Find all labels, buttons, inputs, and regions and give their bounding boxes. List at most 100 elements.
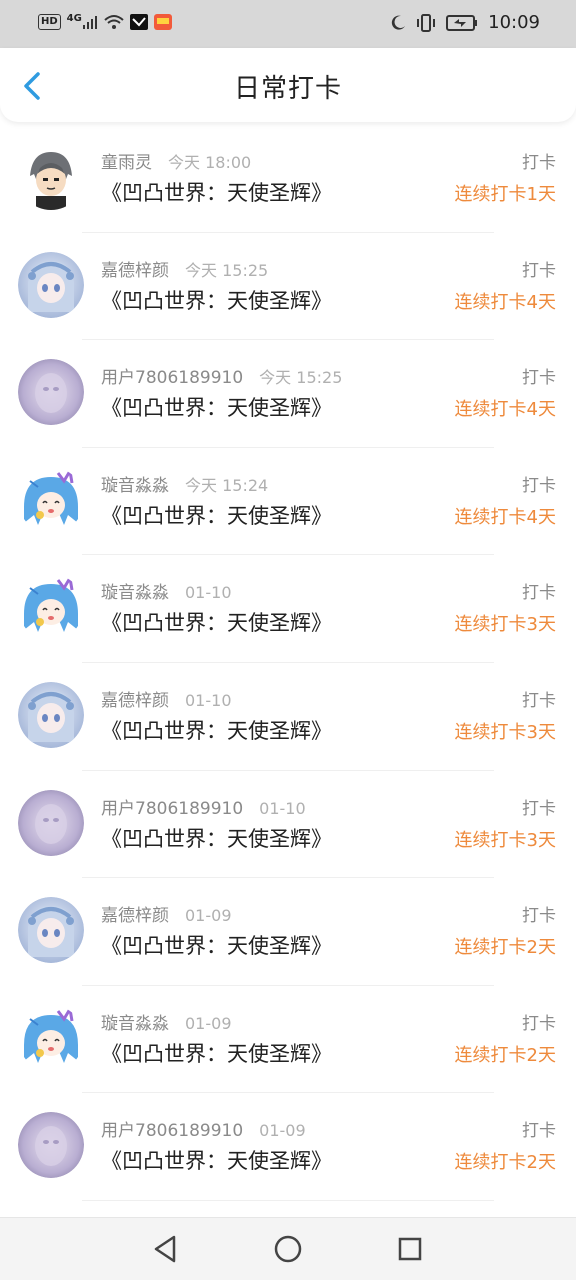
clock: 10:09 [488,12,540,33]
vibrate-icon [417,13,436,32]
user-name-line: 嘉德梓颜 01-10 [101,686,232,711]
user-name[interactable]: 用户7806189910 [101,368,243,388]
streak-label: 连续打卡2天 [454,1044,556,1066]
book-title[interactable]: 《凹凸世界：天使圣辉》 [101,285,332,315]
streak-label: 连续打卡4天 [454,399,556,421]
triangle-back-icon [154,1235,176,1263]
avatar[interactable] [18,897,84,964]
user-name[interactable]: 嘉德梓颜 [101,261,169,281]
checkin-action-label: 打卡 [522,1013,556,1034]
nav-home-button[interactable] [271,1232,305,1266]
moon-icon [391,15,406,30]
user-name-line: 璇音淼淼 01-09 [101,1009,232,1034]
checkin-action-label: 打卡 [522,1121,556,1142]
book-title[interactable]: 《凹凸世界：天使圣辉》 [101,500,332,530]
streak-label: 连续打卡3天 [454,721,556,743]
battery-icon [446,14,478,31]
checkin-row[interactable]: 用户7806189910 今天 15:25 《凹凸世界：天使圣辉》 打卡连续打卡4天 [0,340,576,448]
book-title[interactable]: 《凹凸世界：天使圣辉》 [101,392,332,422]
book-title[interactable]: 《凹凸世界：天使圣辉》 [101,930,332,960]
avatar[interactable] [18,574,84,641]
nav-recents-button[interactable] [393,1232,427,1266]
book-title[interactable]: 《凹凸世界：天使圣辉》 [101,1145,332,1175]
checkin-time: 今天 15:24 [185,475,269,495]
status-right: 10:09 [390,12,540,33]
streak-label: 连续打卡2天 [454,1152,556,1174]
row-divider [82,1199,494,1201]
checkin-row[interactable]: 嘉德梓颜 今天 15:25 《凹凸世界：天使圣辉》 打卡连续打卡4天 [0,233,576,341]
network-type: 4G [66,12,82,24]
signal-icon [82,16,97,29]
avatar[interactable] [18,251,84,318]
app-notification-icon [129,14,148,30]
checkin-time: 今天 18:00 [168,153,252,172]
checkin-row[interactable]: 用户7806189910 01-10 《凹凸世界：天使圣辉》 打卡连续打卡3天 [0,771,576,879]
user-name[interactable]: 童雨灵 [101,153,152,173]
checkin-row[interactable]: 璇音淼淼 今天 15:24 《凹凸世界：天使圣辉》 打卡连续打卡4天 [0,448,576,556]
checkin-row[interactable]: 嘉德梓颜 01-09 《凹凸世界：天使圣辉》 打卡连续打卡2天 [0,878,576,986]
status-bar: HD 4G 10:09 [0,0,576,48]
hd-badge: HD [38,14,61,30]
checkin-time: 今天 15:25 [185,260,269,280]
user-name[interactable]: 璇音淼淼 [101,583,169,603]
wifi-icon [104,15,124,29]
user-name-line: 用户7806189910 01-09 [101,1116,306,1141]
circle-home-icon [274,1235,302,1263]
checkin-row[interactable]: 璇音淼淼 01-10 《凹凸世界：天使圣辉》 打卡 连续打卡3天 [0,555,576,663]
nav-back-button[interactable] [148,1232,182,1266]
checkin-list: 童雨灵 今天 18:00 《凹凸世界：天使圣辉》 打卡 连续打卡1天 嘉德梓颜 今天 15:… [0,125,576,1201]
checkin-row[interactable]: 用户7806189910 01-09 《凹凸世界：天使圣辉》 打卡连续打卡2天 [0,1093,576,1201]
book-title[interactable]: 《凹凸世界：天使圣辉》 [101,177,332,207]
streak-label: 连续打卡4天 [454,506,556,528]
book-title[interactable]: 《凹凸世界：天使圣辉》 [101,823,332,853]
book-title[interactable]: 《凹凸世界：天使圣辉》 [101,607,332,637]
streak-label: 连续打卡1天 [454,184,556,205]
checkin-action-label: 打卡 [522,368,556,389]
user-name-line: 璇音淼淼 今天 15:24 [101,471,268,496]
avatar[interactable] [18,1112,84,1179]
avatar[interactable] [18,359,84,426]
checkin-time: 01-10 [185,690,232,710]
streak-label: 连续打卡2天 [454,937,556,959]
checkin-row[interactable]: 璇音淼淼 01-09 《凹凸世界：天使圣辉》 打卡连续打卡2天 [0,986,576,1094]
avatar[interactable] [18,144,84,210]
streak-label: 连续打卡4天 [454,291,556,313]
avatar[interactable] [18,1004,84,1071]
user-name[interactable]: 嘉德梓颜 [101,691,169,711]
user-name[interactable]: 璇音淼淼 [101,476,169,496]
book-title[interactable]: 《凹凸世界：天使圣辉》 [101,715,332,745]
checkin-action-label: 打卡 [522,153,556,173]
page-title: 日常打卡 [233,74,342,104]
user-name-line: 嘉德梓颜 01-09 [101,901,232,926]
user-name-line: 童雨灵 今天 18:00 [101,148,251,173]
checkin-action-label: 打卡 [522,906,556,927]
user-name[interactable]: 用户7806189910 [101,799,243,819]
checkin-time: 01-09 [185,1013,232,1033]
user-name[interactable]: 嘉德梓颜 [101,906,169,926]
avatar[interactable] [18,681,84,748]
user-name-line: 璇音淼淼 01-10 [101,578,232,603]
streak-label: 连续打卡3天 [454,829,556,851]
checkin-action-label: 打卡 [522,475,556,496]
checkin-time: 01-09 [185,906,232,926]
status-left: HD 4G [38,12,172,30]
checkin-action-label: 打卡 [522,798,556,819]
user-name-line: 用户7806189910 今天 15:25 [101,363,342,388]
checkin-action-label: 打卡 [522,260,556,281]
streak-label: 连续打卡3天 [454,614,556,636]
checkin-row[interactable]: 童雨灵 今天 18:00 《凹凸世界：天使圣辉》 打卡连续打卡1天 [0,125,576,233]
system-navigation-bar [0,1217,576,1280]
avatar[interactable] [18,789,84,856]
checkin-time: 01-10 [185,583,232,603]
user-name-line: 用户7806189910 01-10 [101,794,306,819]
checkin-time: 01-10 [259,798,306,818]
avatar[interactable] [18,466,84,533]
checkin-time: 01-09 [259,1121,306,1141]
user-name[interactable]: 用户7806189910 [101,1121,243,1141]
user-name-line: 嘉德梓颜 今天 15:25 [101,256,268,281]
user-name[interactable]: 璇音淼淼 [101,1014,169,1034]
checkin-action-label: 打卡 [522,690,556,711]
book-title[interactable]: 《凹凸世界：天使圣辉》 [101,1038,332,1068]
checkin-time: 今天 15:25 [259,368,343,388]
checkin-row[interactable]: 嘉德梓颜 01-10 《凹凸世界：天使圣辉》 打卡连续打卡3天 [0,663,576,771]
